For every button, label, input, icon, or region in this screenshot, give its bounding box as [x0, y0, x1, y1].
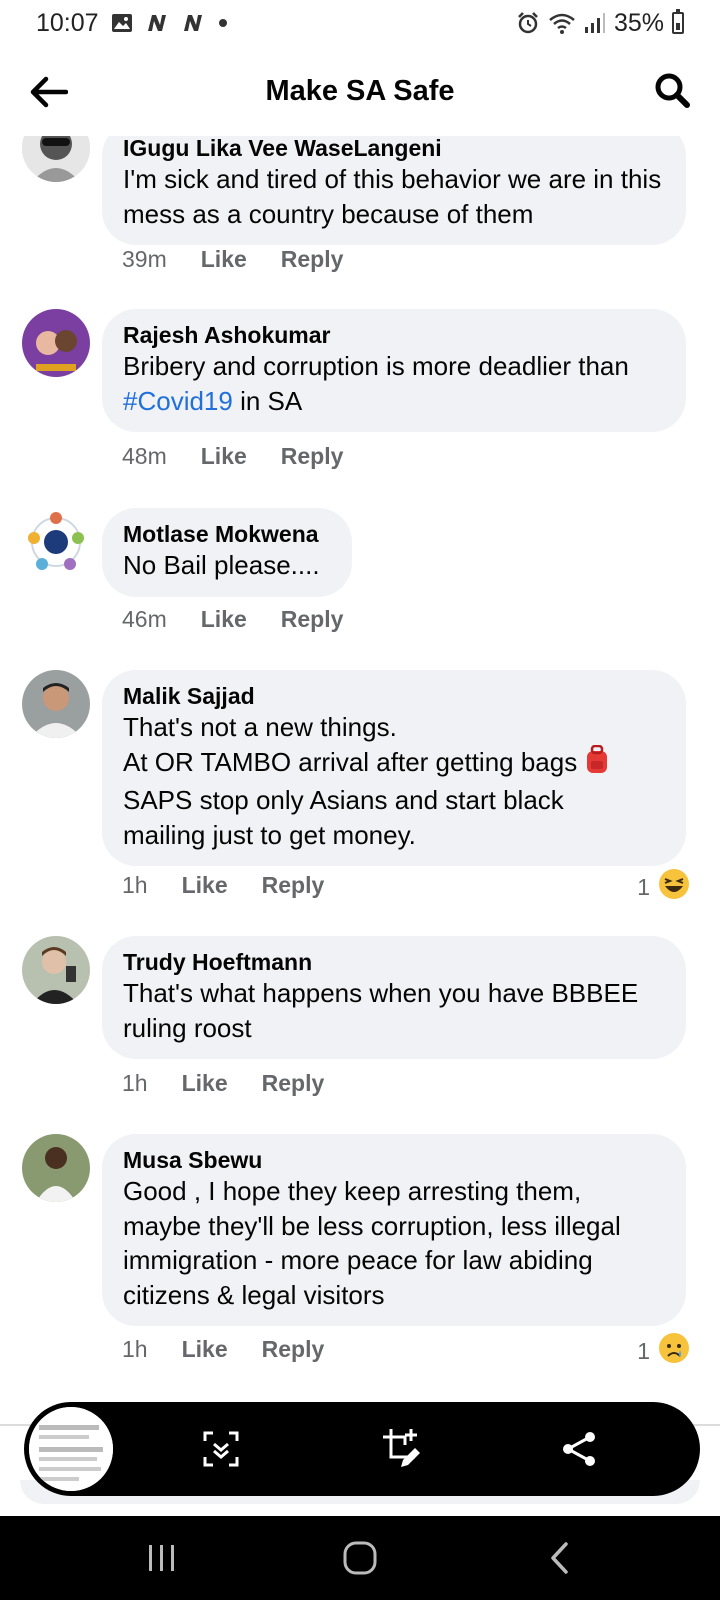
- status-bar: 10:07 35%: [0, 0, 720, 46]
- like-button[interactable]: Like: [182, 1336, 228, 1363]
- comment-line-wrapper: At OR TAMBO arrival after getting bags: [123, 744, 666, 784]
- comment-line: At OR TAMBO arrival after getting bags: [123, 746, 578, 777]
- avatar[interactable]: [22, 936, 90, 1004]
- like-button[interactable]: Like: [201, 606, 247, 633]
- comment-time[interactable]: 1h: [122, 1336, 148, 1363]
- comment-bubble[interactable]: Rajesh Ashokumar Bribery and corruption …: [102, 309, 686, 432]
- avatar[interactable]: [22, 136, 90, 182]
- wifi-icon: [548, 11, 576, 35]
- system-nav-bar: [0, 1516, 720, 1600]
- comment-bubble[interactable]: Malik Sajjad That's not a new things. At…: [102, 670, 686, 866]
- reply-button[interactable]: Reply: [281, 443, 344, 470]
- reply-button[interactable]: Reply: [262, 872, 325, 899]
- comment-text: Good , I hope they keep arresting them, …: [123, 1176, 621, 1310]
- comment-actions: 1h Like Reply: [122, 872, 324, 899]
- comment-text: No Bail please....: [123, 550, 320, 580]
- recent-apps-button[interactable]: [132, 1538, 192, 1578]
- reaction-count: 1: [637, 1337, 650, 1364]
- reaction-count: 1: [637, 873, 650, 900]
- comment-text: I'm sick and tired of this behavior we a…: [123, 164, 662, 229]
- comment-author[interactable]: Musa Sbewu: [123, 1146, 666, 1174]
- comment-line: SAPS stop only Asians and start black: [123, 785, 564, 815]
- comment-bubble[interactable]: Trudy Hoeftmann That's what happens when…: [102, 936, 686, 1059]
- comment-text: Bribery and corruption is more deadlier …: [123, 349, 666, 418]
- comment-actions: 1h Like Reply: [122, 1070, 324, 1097]
- search-icon: [655, 73, 690, 108]
- backpack-icon: [584, 744, 610, 784]
- page-title: Make SA Safe: [265, 74, 455, 107]
- comment-actions: 39m Like Reply: [122, 246, 343, 273]
- comment-author[interactable]: IGugu Lika Vee WaseLangeni: [123, 136, 666, 162]
- like-button[interactable]: Like: [201, 443, 247, 470]
- recent-apps-icon: [149, 1545, 174, 1571]
- comment-author[interactable]: Motlase Mokwena: [123, 520, 332, 548]
- avatar[interactable]: [22, 309, 90, 377]
- reaction-summary[interactable]: 1: [637, 868, 690, 906]
- comment-text: That's what happens when you have BBBEE …: [123, 978, 639, 1043]
- battery-percent: 35%: [613, 8, 664, 37]
- comment-bubble[interactable]: IGugu Lika Vee WaseLangeni I'm sick and …: [102, 136, 686, 245]
- scroll-capture-button[interactable]: [196, 1424, 246, 1474]
- avatar[interactable]: [22, 1134, 90, 1202]
- n-app-icon: [181, 13, 205, 33]
- like-button[interactable]: Like: [182, 1070, 228, 1097]
- comment-author[interactable]: Malik Sajjad: [123, 682, 666, 710]
- status-time: 10:07: [36, 8, 99, 37]
- reaction-summary[interactable]: 1: [637, 1332, 690, 1370]
- status-left: 10:07: [36, 9, 229, 38]
- comment-time[interactable]: 39m: [122, 246, 167, 273]
- comment-bubble[interactable]: Musa Sbewu Good , I hope they keep arres…: [102, 1134, 686, 1326]
- comment-time[interactable]: 1h: [122, 1070, 148, 1097]
- avatar[interactable]: [22, 670, 90, 738]
- comment-bubble[interactable]: Motlase Mokwena No Bail please....: [102, 508, 352, 597]
- image-icon: [111, 13, 133, 33]
- comments-feed[interactable]: IGugu Lika Vee WaseLangeni I'm sick and …: [0, 136, 720, 1416]
- scroll-capture-icon: [203, 1431, 239, 1467]
- signal-icon: [584, 12, 606, 34]
- n-app-icon: [145, 13, 169, 33]
- reply-button[interactable]: Reply: [262, 1070, 325, 1097]
- reply-button[interactable]: Reply: [262, 1336, 325, 1363]
- hashtag-link[interactable]: #Covid19: [123, 386, 233, 416]
- comment-text: That's not a new things. At OR TAMBO arr…: [123, 710, 666, 852]
- search-button[interactable]: [650, 68, 694, 112]
- reply-button[interactable]: Reply: [281, 246, 344, 273]
- avatar[interactable]: [22, 508, 90, 576]
- arrow-left-icon: [30, 76, 68, 108]
- reply-button[interactable]: Reply: [281, 606, 344, 633]
- comment-actions: 46m Like Reply: [122, 606, 343, 633]
- screenshot-thumbnail[interactable]: [26, 1404, 116, 1494]
- comment-line: That's not a new things.: [123, 712, 397, 742]
- nav-back-button[interactable]: [530, 1538, 590, 1578]
- comment-time[interactable]: 46m: [122, 606, 167, 633]
- comment-actions: 48m Like Reply: [122, 443, 343, 470]
- crop-edit-button[interactable]: [378, 1424, 428, 1474]
- home-button[interactable]: [330, 1538, 390, 1578]
- comment-line: mailing just to get money.: [123, 819, 416, 850]
- status-right: 35%: [516, 9, 684, 38]
- comment-actions: 1h Like Reply: [122, 1336, 324, 1363]
- like-button[interactable]: Like: [201, 246, 247, 273]
- back-button[interactable]: [26, 70, 70, 114]
- share-icon: [563, 1432, 595, 1466]
- comment-text-part: in SA: [232, 385, 303, 416]
- alarm-icon: [516, 11, 540, 35]
- screenshot-toolbar: [24, 1402, 700, 1496]
- back-icon: [551, 1542, 568, 1574]
- comment-time[interactable]: 48m: [122, 443, 167, 470]
- home-icon: [343, 1541, 377, 1575]
- like-button[interactable]: Like: [182, 872, 228, 899]
- share-button[interactable]: [554, 1424, 604, 1474]
- sad-icon: [658, 1332, 690, 1370]
- comment-author[interactable]: Trudy Hoeftmann: [123, 948, 666, 976]
- comment-time[interactable]: 1h: [122, 872, 148, 899]
- battery-icon: [672, 9, 684, 34]
- comment-author[interactable]: Rajesh Ashokumar: [123, 321, 666, 349]
- comment-text-part: Bribery and corruption is more deadlier …: [123, 351, 629, 381]
- dot-icon: [217, 17, 229, 29]
- crop-edit-icon: [383, 1429, 420, 1467]
- haha-icon: [658, 868, 690, 906]
- app-header: Make SA Safe: [0, 46, 720, 136]
